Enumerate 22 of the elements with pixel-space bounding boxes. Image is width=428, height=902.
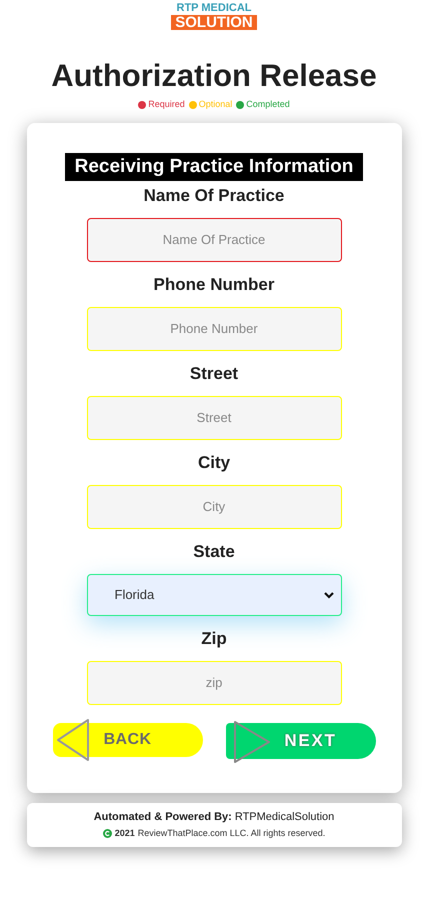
right-triangle-icon: [232, 718, 272, 764]
field-label: State: [193, 542, 235, 562]
field-label: Phone Number: [154, 274, 274, 294]
powered-by-value: RTPMedicalSolution: [234, 810, 334, 824]
section-title: Receiving Practice Information: [64, 152, 364, 180]
field-label: Name Of Practice: [144, 186, 284, 206]
page-title: Authorization Release: [51, 60, 377, 91]
state-select[interactable]: Florida: [86, 574, 342, 616]
field-label: Zip: [201, 628, 227, 648]
legend-label: Optional: [198, 98, 232, 111]
copyright-year: 2021: [114, 827, 135, 840]
field-label: Street: [190, 364, 238, 384]
left-triangle-icon: [54, 716, 90, 762]
chevron-down-icon: [322, 590, 334, 600]
copyright-icon: [102, 829, 112, 838]
legend-label: Required: [148, 98, 185, 111]
field-label: City: [198, 452, 230, 472]
powered-by-label: Automated & Powered By:: [94, 810, 232, 824]
legend-label: Completed: [246, 98, 290, 111]
logo: RTP MEDICAL SOLUTION: [171, 3, 257, 30]
copyright-text: ReviewThatPlace.com LLC. All rights reserved.: [138, 827, 326, 840]
input-field[interactable]: Name Of Practice: [86, 218, 342, 262]
